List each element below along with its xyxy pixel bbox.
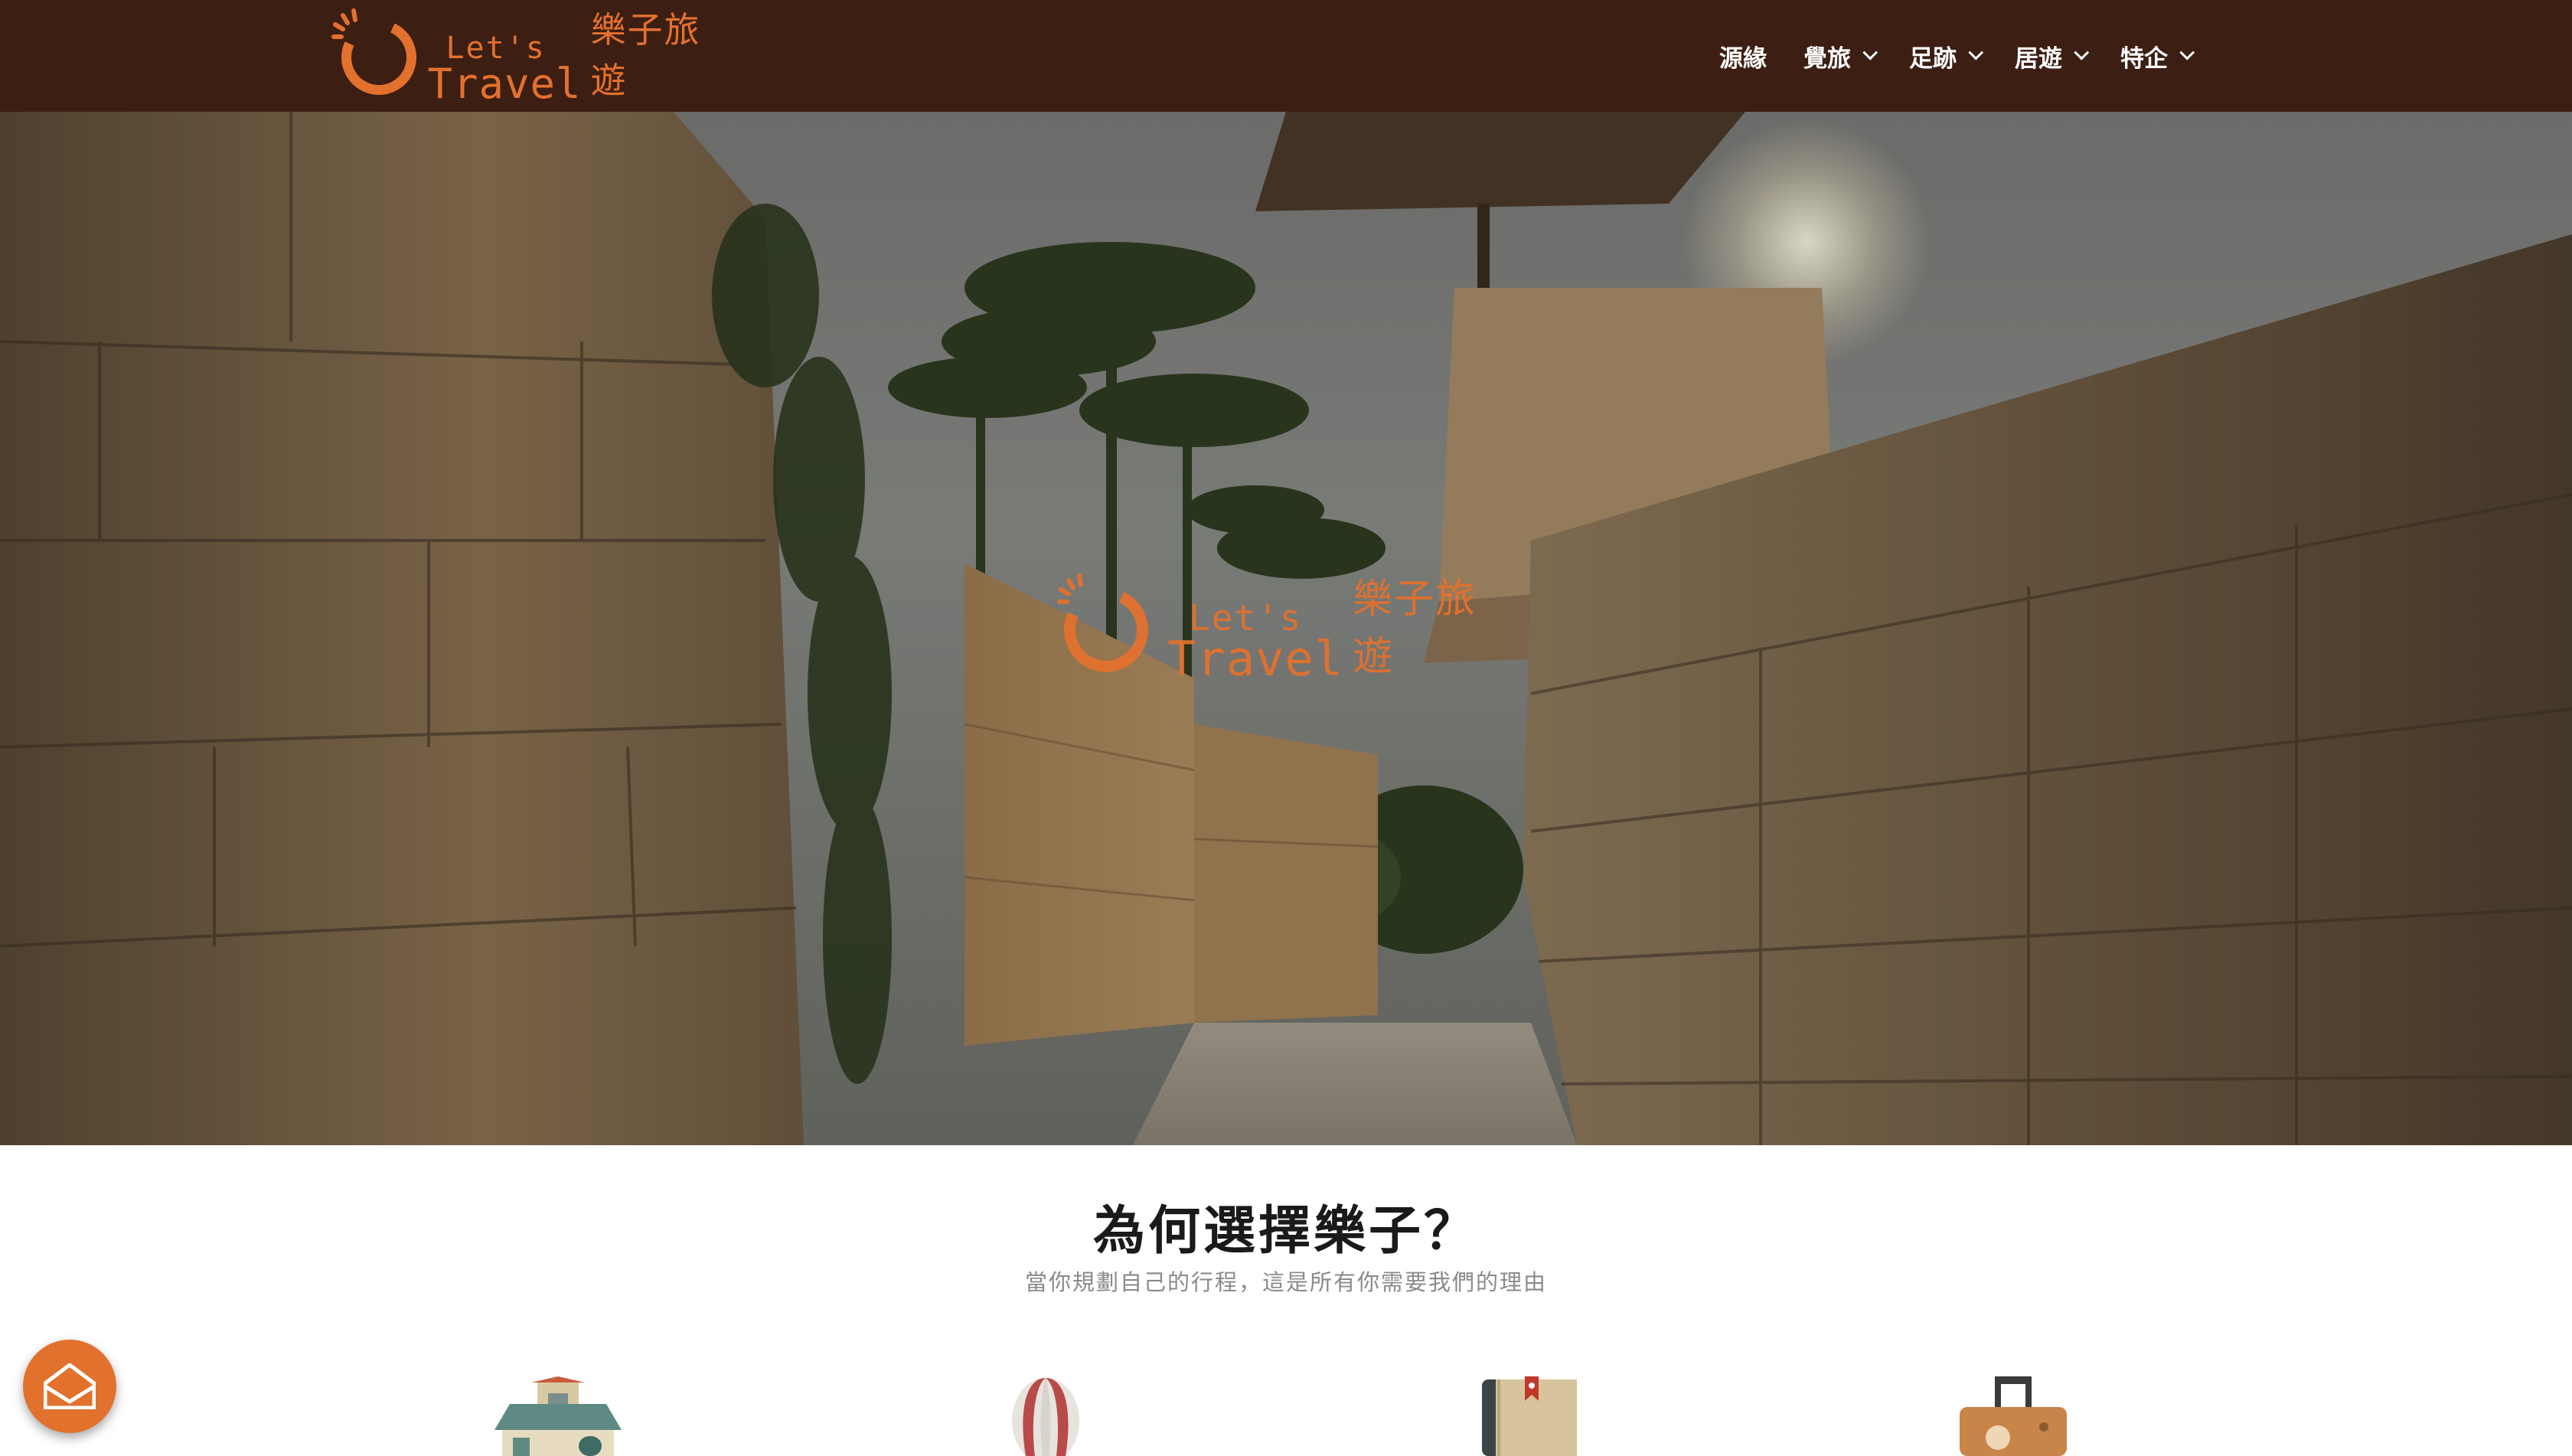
hero-brand-cjk: 樂子旅遊	[1353, 576, 1477, 680]
nav-item-label: 覺旅	[1803, 44, 1851, 73]
section-subtitle: 當你規劃自己的行程，這是所有你需要我們的理由	[1024, 1269, 1547, 1295]
mail-icon	[44, 1363, 96, 1409]
chevron-down-icon	[1862, 44, 1878, 60]
top-navbar: Let's Travel 樂子旅遊 源緣 覺旅 足跡 居遊 特企	[0, 0, 2572, 112]
house-icon	[494, 1376, 622, 1456]
brand-cjk-name: 樂子旅遊	[590, 9, 701, 101]
chevron-down-icon	[2074, 44, 2090, 60]
chevron-down-icon	[2179, 44, 2195, 60]
nav-item-journey[interactable]: 覺旅	[1785, 0, 1891, 112]
nav-item-label: 源緣	[1719, 44, 1767, 73]
mail-button[interactable]	[23, 1340, 116, 1433]
hero-logo: Let's Travel 樂子旅遊	[1052, 571, 1516, 684]
section-title: 為何選擇樂子？	[1092, 1201, 1479, 1262]
hero-banner: Let's Travel 樂子旅遊	[0, 112, 2572, 1145]
hero-brand-latin-line2: Travel	[1167, 631, 1344, 687]
brand-logo[interactable]: Let's Travel 樂子旅遊	[331, 6, 729, 106]
nav-item-stay[interactable]: 居遊	[1996, 0, 2102, 112]
nav-item-label: 特企	[2120, 44, 2168, 73]
nav-item-label: 居遊	[2015, 44, 2062, 73]
nav-item-label: 足跡	[1909, 44, 1957, 73]
guidebook-icon	[1482, 1376, 1577, 1456]
brand-latin-line2: Travel	[427, 60, 582, 108]
nav-item-special[interactable]: 特企	[2102, 0, 2208, 112]
nav-item-origin[interactable]: 源緣	[1701, 0, 1785, 112]
sun-logo-icon	[331, 6, 427, 106]
chevron-down-icon	[1968, 44, 1984, 60]
brand-latin-line1: Let's	[446, 31, 546, 66]
sun-logo-icon	[1052, 571, 1163, 684]
main-nav: 源緣 覺旅 足跡 居遊 特企	[1701, 0, 2208, 112]
hot-air-balloon-icon	[1012, 1378, 1079, 1456]
suitcase-icon	[1960, 1376, 2067, 1456]
nav-item-footprints[interactable]: 足跡	[1891, 0, 1996, 112]
